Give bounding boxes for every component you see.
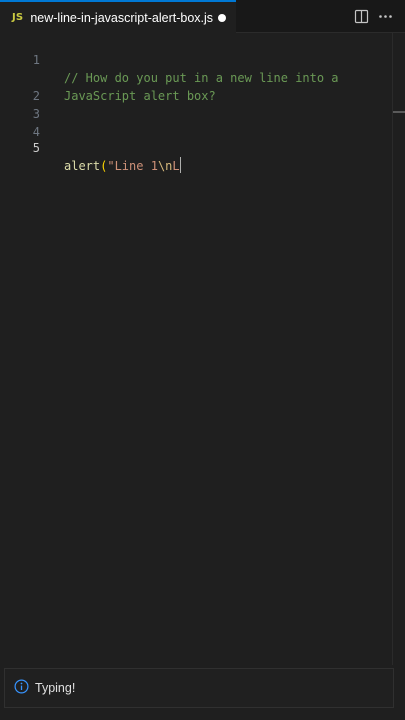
code-editor[interactable]: 1 // How do you put in a new line into a… <box>0 33 405 665</box>
code-line[interactable]: 1 // How do you put in a new line into a <box>0 33 392 85</box>
escape-sequence: \n <box>157 159 173 173</box>
split-editor-icon[interactable] <box>353 8 369 24</box>
file-tab-label: new-line-in-javascript-alert-box.js <box>30 10 214 25</box>
notification-toast[interactable]: Typing! <box>4 668 394 708</box>
unsaved-dot-icon[interactable] <box>218 14 226 22</box>
editor-actions <box>353 0 393 32</box>
vertical-scrollbar[interactable] <box>392 33 405 665</box>
more-actions-icon[interactable] <box>377 8 393 24</box>
string-literal: "Line 1 <box>107 159 158 173</box>
scrollbar-cursor-marker <box>393 111 405 113</box>
code-line[interactable]: 3 <box>0 87 392 121</box>
notification-message: Typing! <box>35 681 76 695</box>
file-tab[interactable]: JS new-line-in-javascript-alert-box.js <box>0 0 236 33</box>
info-icon <box>14 678 29 698</box>
editor-tab-bar: JS new-line-in-javascript-alert-box.js <box>0 0 405 33</box>
code-line-wrapped[interactable]: JavaScript alert box? <box>0 51 392 103</box>
line-number-active: 5 <box>32 141 40 155</box>
code-content: alert("Line 1\nL <box>64 157 182 175</box>
string-literal-rest: L <box>172 159 180 173</box>
code-line-active[interactable]: 5 alert("Line 1\nL <box>0 121 392 173</box>
function-name: alert <box>64 159 101 173</box>
javascript-file-icon: JS <box>12 12 24 23</box>
text-cursor <box>179 157 182 173</box>
code-line[interactable]: 2 <box>0 69 392 103</box>
